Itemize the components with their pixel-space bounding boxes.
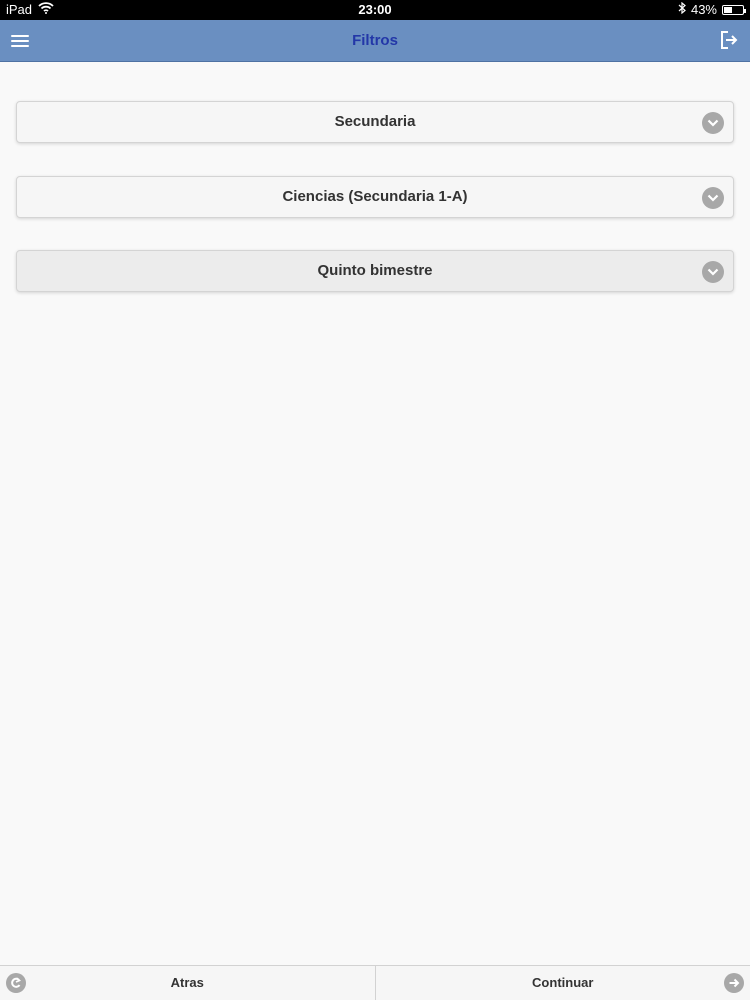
logout-icon[interactable] [718,29,740,51]
filter-level-select[interactable]: Secundaria [16,101,734,143]
arrow-right-circle-icon [724,973,744,993]
filter-subject-select[interactable]: Ciencias (Secundaria 1-A) [16,176,734,218]
chevron-down-icon [702,187,724,209]
footer-toolbar: Atras Continuar [0,965,750,1000]
page-title: Filtros [352,32,398,49]
header-bar: Filtros [0,20,750,62]
filter-subject-label: Ciencias (Secundaria 1-A) [282,188,468,205]
status-bar: iPad 23:00 43% [0,0,750,20]
chevron-down-icon [702,261,724,283]
back-button[interactable]: Atras [0,966,375,1000]
filter-level-label: Secundaria [334,113,416,130]
status-right: 43% [678,1,746,17]
battery-level-fill [724,6,732,13]
battery-percent: 43% [690,2,717,17]
continue-label: Continuar [532,975,594,990]
continue-button[interactable]: Continuar [374,966,750,1000]
chevron-down-icon [702,112,724,134]
bluetooth-icon [678,1,686,17]
filter-period-label: Quinto bimestre [317,262,433,279]
status-time: 23:00 [358,2,392,17]
back-label: Atras [170,975,204,990]
filter-period-select[interactable]: Quinto bimestre [16,250,734,292]
battery-icon [722,4,746,15]
